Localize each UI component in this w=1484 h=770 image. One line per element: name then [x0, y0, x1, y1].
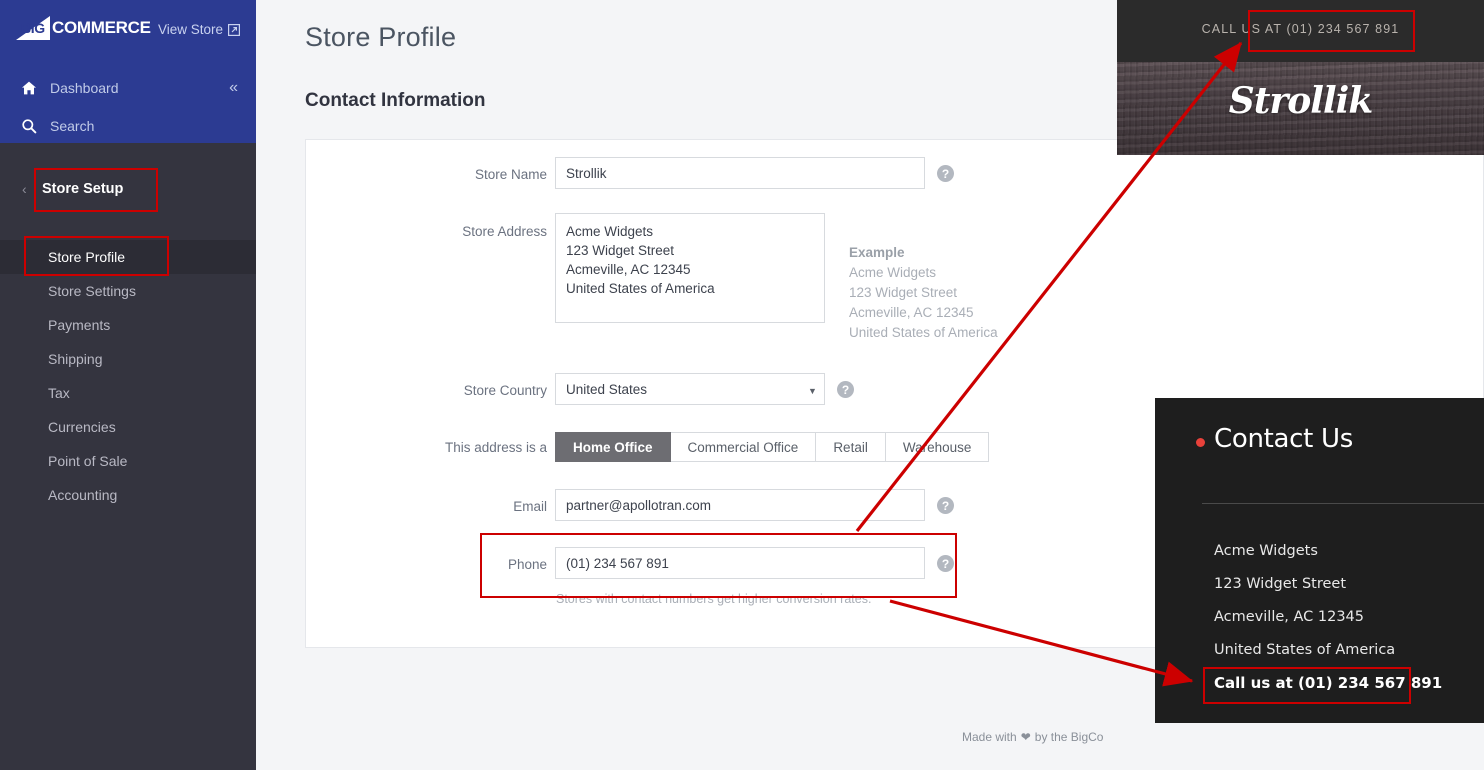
address-type-option-commercial-office[interactable]: Commercial Office [670, 432, 817, 462]
store-name-help-icon[interactable]: ? [937, 165, 954, 182]
sidebar-item-label: Store Settings [48, 283, 136, 299]
storefront-contact-line: United States of America [1214, 642, 1396, 658]
home-icon [20, 79, 37, 96]
store-country-help-icon[interactable]: ? [837, 381, 854, 398]
sidebar: BIG COMMERCE View Store Dashboard Search… [0, 0, 256, 770]
storefront-contact-title: Contact Us [1214, 424, 1353, 454]
bigcommerce-mark-icon: BIG [16, 16, 50, 40]
phone-input[interactable] [555, 547, 925, 579]
store-name-input[interactable] [555, 157, 925, 189]
divider [1202, 503, 1484, 504]
sidebar-item-tax[interactable]: Tax [0, 376, 256, 410]
sidebar-item-payments[interactable]: Payments [0, 308, 256, 342]
sidebar-item-shipping[interactable]: Shipping [0, 342, 256, 376]
store-address-label: Store Address [462, 224, 547, 239]
page-title: Store Profile [305, 22, 457, 52]
brand-commerce-label: COMMERCE [52, 18, 151, 37]
phone-label: Phone [507, 557, 547, 572]
sidebar-item-store-settings[interactable]: Store Settings [0, 274, 256, 308]
store-country-label: Store Country [463, 383, 547, 398]
storefront-contact-line: Acmeville, AC 12345 [1214, 609, 1365, 625]
storefront-call-banner: CALL US AT (01) 234 567 891 [1201, 22, 1400, 36]
address-type-label: This address is a [444, 440, 547, 455]
storefront-contact-line: Acme Widgets [1214, 543, 1318, 559]
email-label: Email [513, 499, 547, 514]
sidebar-group-store-setup[interactable]: ‹ Store Setup [0, 167, 256, 215]
sidebar-item-label: Tax [48, 385, 70, 401]
address-example-line: United States of America [849, 325, 998, 340]
sidebar-header: BIG COMMERCE View Store Dashboard Search… [0, 0, 256, 143]
bigcommerce-logo[interactable]: BIG COMMERCE [16, 16, 151, 40]
sidebar-item-label: Store Profile [48, 249, 126, 265]
external-link-icon [228, 23, 241, 36]
sidebar-item-search[interactable]: Search [20, 117, 94, 134]
address-type-option-warehouse[interactable]: Warehouse [885, 432, 990, 462]
store-name-label: Store Name [474, 167, 547, 182]
sidebar-item-label: Accounting [48, 487, 118, 503]
email-input[interactable] [555, 489, 925, 521]
sidebar-group-label: Store Setup [42, 181, 124, 197]
sidebar-item-dashboard[interactable]: Dashboard [20, 79, 119, 96]
sidebar-item-label: Shipping [48, 351, 103, 367]
storefront-call-line: Call us at (01) 234 567 891 [1214, 674, 1443, 692]
footer-suffix: by the BigCo [1034, 730, 1104, 744]
phone-help-text: Stores with contact numbers get higher c… [556, 592, 872, 606]
storefront-logo: Strollik [1228, 80, 1374, 122]
view-store-link[interactable]: View Store [158, 22, 241, 37]
sidebar-item-label: Point of Sale [48, 453, 128, 469]
footer-made-with: Made with ❤ by the BigCo [962, 730, 1103, 744]
sidebar-item-point-of-sale[interactable]: Point of Sale [0, 444, 256, 478]
email-help-icon[interactable]: ? [937, 497, 954, 514]
sidebar-item-store-profile[interactable]: Store Profile [0, 240, 256, 274]
section-title: Contact Information [305, 90, 486, 111]
search-icon [20, 117, 37, 134]
footer-prefix: Made with [962, 730, 1017, 744]
storefront-contact-preview: Contact Us Acme Widgets 123 Widget Street… [1155, 398, 1484, 723]
storefront-contact-line: 123 Widget Street [1214, 576, 1347, 592]
store-address-textarea[interactable] [555, 213, 825, 323]
address-example: Example Acme Widgets 123 Widget Street Acm… [849, 243, 998, 343]
sidebar-search-label: Search [50, 117, 95, 134]
bullet-dot-icon [1196, 438, 1205, 447]
address-example-line: 123 Widget Street [849, 285, 958, 300]
store-country-select[interactable]: United States [555, 373, 825, 405]
sidebar-dashboard-label: Dashboard [50, 79, 119, 96]
sidebar-item-label: Currencies [48, 419, 116, 435]
sidebar-item-label: Payments [48, 317, 111, 333]
phone-help-icon[interactable]: ? [937, 555, 954, 572]
chevron-left-icon: ‹ [22, 181, 27, 197]
address-example-heading: Example [849, 245, 905, 260]
collapse-sidebar-icon[interactable]: « [229, 80, 238, 96]
sidebar-item-accounting[interactable]: Accounting [0, 478, 256, 512]
sidebar-item-currencies[interactable]: Currencies [0, 410, 256, 444]
address-type-option-home-office[interactable]: Home Office [555, 432, 671, 462]
storefront-header-preview: CALL US AT (01) 234 567 891 Strollik [1117, 0, 1484, 155]
address-example-line: Acmeville, AC 12345 [849, 305, 974, 320]
heart-icon: ❤ [1020, 730, 1031, 744]
address-example-line: Acme Widgets [849, 265, 937, 280]
brand-big-label: BIG [21, 20, 45, 36]
view-store-label: View Store [158, 22, 224, 37]
address-type-button-group[interactable]: Home Office Commercial Office Retail Wareho… [555, 432, 990, 462]
address-type-option-retail[interactable]: Retail [816, 432, 886, 462]
